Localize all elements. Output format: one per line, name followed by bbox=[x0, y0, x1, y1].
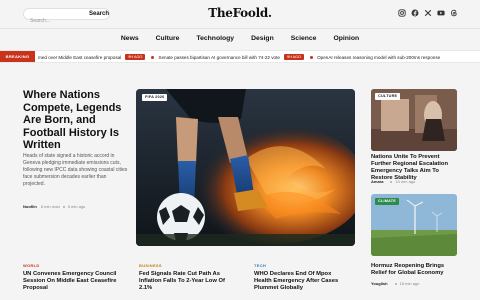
hero-summary: Heads of state signed a historic accord … bbox=[23, 153, 128, 188]
side-card-meta: Amara 10 min ago bbox=[371, 179, 415, 184]
side-card-title[interactable]: Hormuz Reopening Brings Relief for Globa… bbox=[371, 263, 461, 277]
bottom-card-title[interactable]: Fed Signals Rate Cut Path As Inflation F… bbox=[139, 271, 234, 292]
instagram-icon[interactable] bbox=[398, 9, 406, 17]
bottom-card-category: WORLD bbox=[23, 263, 40, 268]
ticker-track: med over Middle East ceasefire proposal … bbox=[38, 51, 440, 62]
side-card-title[interactable]: Nations Unite To Prevent Further Regiona… bbox=[371, 154, 461, 182]
hero-title[interactable]: Where Nations Compete, Legends Are Born,… bbox=[23, 89, 129, 152]
hero-image[interactable]: FIFA 2026 bbox=[136, 89, 355, 246]
social-links bbox=[398, 9, 458, 17]
x-icon[interactable] bbox=[424, 9, 432, 17]
ticker-time: 9H AGO bbox=[125, 54, 146, 60]
bottom-card-title[interactable]: WHO Declares End Of Mpox Health Emergenc… bbox=[254, 271, 349, 292]
ticker-item[interactable]: med over Middle East ceasefire proposal bbox=[38, 55, 121, 60]
side-card-image[interactable]: CULTURE bbox=[371, 89, 457, 151]
nav-design[interactable]: Design bbox=[251, 34, 274, 44]
side-card-time-ago: 10 min ago bbox=[395, 179, 416, 184]
side-card-author[interactable]: Youglish bbox=[371, 281, 388, 286]
ticker-time: 9H AGO bbox=[283, 54, 305, 60]
threads-icon[interactable] bbox=[450, 9, 458, 17]
side-card-category: CULTURE bbox=[375, 93, 401, 100]
bullet-icon bbox=[310, 55, 314, 59]
facebook-icon[interactable] bbox=[411, 9, 419, 17]
header-divider bbox=[0, 28, 480, 29]
separator-dot bbox=[62, 205, 65, 208]
main-nav: News Culture Technology Design Science O… bbox=[0, 34, 480, 44]
ticker-item[interactable]: OpenAI releases reasoning model with sub… bbox=[317, 55, 440, 60]
bottom-card-category: TECH bbox=[254, 263, 267, 268]
bullet-icon bbox=[151, 55, 155, 59]
nav-news[interactable]: News bbox=[121, 34, 139, 44]
side-card-category: CLIMATE bbox=[375, 198, 399, 205]
hero-read-time: 8 min read bbox=[40, 204, 60, 209]
separator-dot bbox=[390, 180, 393, 183]
side-card-meta: Youglish 15 min ago bbox=[371, 281, 419, 286]
nav-technology[interactable]: Technology bbox=[196, 34, 234, 44]
breaking-ticker: BREAKING med over Middle East ceasefire … bbox=[0, 50, 480, 63]
side-card-time-ago: 15 min ago bbox=[399, 281, 420, 286]
side-card-image[interactable]: CLIMATE bbox=[371, 194, 457, 256]
hero-badge: FIFA 2026 bbox=[142, 94, 168, 101]
nav-culture[interactable]: Culture bbox=[156, 34, 180, 44]
bottom-card-category: BUSINESS bbox=[139, 263, 162, 268]
side-card-author[interactable]: Amara bbox=[371, 179, 383, 184]
separator-dot bbox=[394, 282, 397, 285]
breaking-label: BREAKING bbox=[0, 51, 35, 62]
ticker-item[interactable]: Senate passes bipartisan AI governance b… bbox=[158, 55, 280, 60]
hero-time-ago: 5 min ago bbox=[67, 204, 86, 209]
nav-opinion[interactable]: Opinion bbox=[333, 34, 359, 44]
nav-science[interactable]: Science bbox=[291, 34, 317, 44]
hero-meta: Nooflin 8 min read 5 min ago bbox=[23, 204, 85, 209]
youtube-icon[interactable] bbox=[437, 9, 445, 17]
bottom-card-title[interactable]: UN Convenes Emergency Council Session On… bbox=[23, 271, 118, 292]
hero-author[interactable]: Nooflin bbox=[23, 204, 37, 209]
